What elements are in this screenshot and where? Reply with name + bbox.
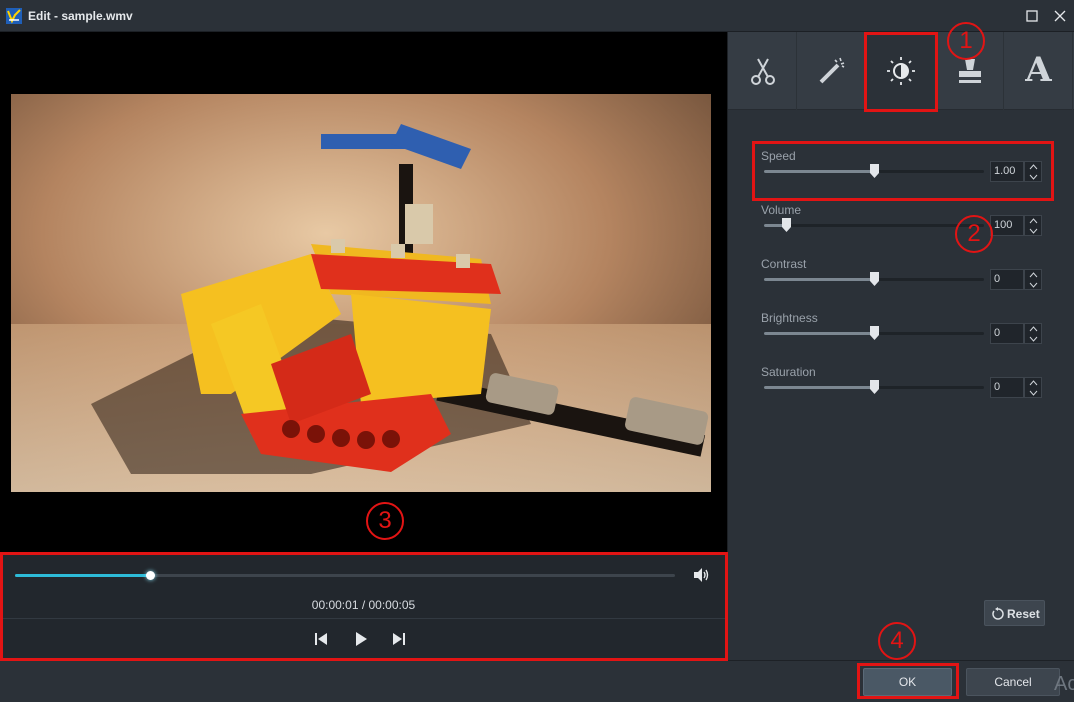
window-title: Edit - sample.wmv — [28, 9, 133, 23]
chevron-down-icon[interactable] — [1029, 282, 1038, 288]
highlight-player-controls — [0, 552, 728, 661]
video-preview — [0, 32, 727, 552]
brightness-slider-fill — [764, 332, 874, 335]
volume-spinner[interactable] — [1024, 215, 1042, 236]
saturation-slider-fill — [764, 386, 874, 389]
edit-panel: A Speed 1.00 Volume 100 Contrast 0 Brigh… — [727, 32, 1074, 660]
magic-wand-icon — [819, 57, 845, 84]
maximize-button[interactable] — [1022, 6, 1042, 26]
chevron-down-icon[interactable] — [1029, 228, 1038, 234]
chevron-up-icon[interactable] — [1029, 380, 1038, 386]
saturation-value[interactable]: 0 — [990, 377, 1024, 398]
brightness-spinner[interactable] — [1024, 323, 1042, 344]
saturation-control: Saturation 0 — [761, 365, 1061, 415]
saturation-slider[interactable] — [764, 380, 984, 394]
cancel-button[interactable]: Cancel — [966, 668, 1060, 696]
highlight-speed-control — [752, 141, 1054, 201]
reset-icon — [992, 607, 1004, 620]
brightness-slider[interactable] — [764, 326, 984, 340]
contrast-spinner[interactable] — [1024, 269, 1042, 290]
video-frame-image — [11, 94, 711, 492]
contrast-slider-fill — [764, 278, 874, 281]
saturation-slider-thumb[interactable] — [870, 380, 879, 394]
close-icon — [1054, 10, 1066, 22]
brightness-value[interactable]: 0 — [990, 323, 1024, 344]
brightness-slider-thumb[interactable] — [870, 326, 879, 340]
app-logo-icon — [6, 8, 22, 24]
stamp-icon — [959, 59, 981, 83]
contrast-slider[interactable] — [764, 272, 984, 286]
brightness-control: Brightness 0 — [761, 311, 1061, 361]
volume-value[interactable]: 100 — [990, 215, 1024, 236]
contrast-slider-thumb[interactable] — [870, 272, 879, 286]
text-icon: A — [1025, 50, 1052, 90]
contrast-control: Contrast 0 — [761, 257, 1061, 307]
volume-slider[interactable] — [764, 218, 984, 232]
highlight-ok-button — [857, 663, 959, 699]
title-bar: Edit - sample.wmv — [0, 0, 1074, 32]
chevron-up-icon[interactable] — [1029, 218, 1038, 224]
video-frame — [11, 94, 711, 492]
tab-effects[interactable] — [797, 32, 866, 110]
highlight-adjust-tab — [864, 32, 938, 112]
saturation-label: Saturation — [761, 365, 816, 379]
chevron-up-icon[interactable] — [1029, 272, 1038, 278]
volume-slider-thumb[interactable] — [782, 218, 791, 232]
volume-label: Volume — [761, 203, 802, 217]
annotation-badge-2: 2 — [955, 215, 993, 253]
saturation-spinner[interactable] — [1024, 377, 1042, 398]
annotation-badge-4: 4 — [878, 622, 916, 660]
contrast-label: Contrast — [761, 257, 807, 271]
annotation-badge-1: 1 — [947, 22, 985, 60]
contrast-value[interactable]: 0 — [990, 269, 1024, 290]
activation-watermark-text: Ac — [1054, 673, 1074, 695]
chevron-down-icon[interactable] — [1029, 336, 1038, 342]
reset-label: Reset — [1007, 607, 1040, 621]
tab-text[interactable]: A — [1004, 32, 1073, 110]
tab-trim[interactable] — [728, 32, 797, 110]
reset-button[interactable]: Reset — [984, 600, 1045, 626]
chevron-down-icon[interactable] — [1029, 390, 1038, 396]
volume-control: Volume 100 — [761, 203, 1061, 253]
brightness-label: Brightness — [761, 311, 818, 325]
annotation-badge-3: 3 — [366, 502, 404, 540]
maximize-icon — [1026, 10, 1038, 22]
close-button[interactable] — [1050, 6, 1070, 26]
scissors-icon — [751, 58, 775, 85]
edit-window: Edit - sample.wmv 00:00:01 / 00:00:05 A … — [0, 0, 1074, 702]
chevron-up-icon[interactable] — [1029, 326, 1038, 332]
